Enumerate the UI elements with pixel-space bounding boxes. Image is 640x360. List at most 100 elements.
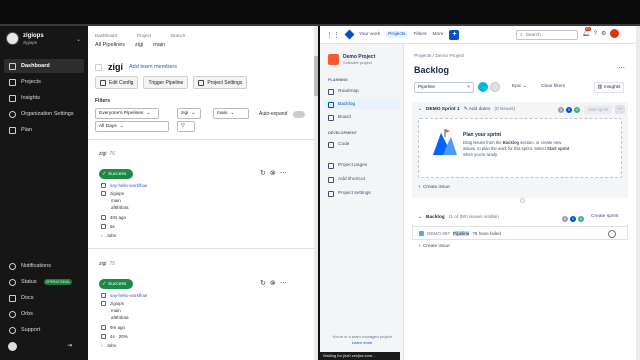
chevron-down-icon: ⌄ [119,124,124,129]
unassigned-avatar[interactable] [608,230,616,238]
button-label: Project Settings [207,79,243,86]
breadcrumb-branch[interactable]: main [153,42,165,48]
points-in-progress: 0 [566,107,572,113]
sidebar-item-projects[interactable]: Projects [4,75,84,89]
insights-button[interactable]: ▥ Insights [594,82,624,93]
add-dates-link[interactable]: ✎ Add dates [464,107,491,112]
breadcrumb-project[interactable]: zigi [135,42,143,48]
project-filter-select[interactable]: zigi ⌄ [177,108,201,119]
pencil-icon: ✎ [463,107,468,112]
avatar[interactable] [610,29,620,38]
collapse-sidebar-icon[interactable]: ⇥ [67,342,72,351]
chevron-down-icon[interactable]: ⌄ [418,215,422,220]
more-icon[interactable]: ⋯ [280,169,287,177]
cancel-icon[interactable]: ⊗ [270,169,276,177]
issue-key[interactable]: DEMO-387 [427,231,450,236]
create-issue-button[interactable]: + Create issue [418,244,450,249]
search-input[interactable]: Pipeline × [414,82,474,93]
orbs-icon [9,310,16,318]
create-sprint-button[interactable]: Create sprint [591,214,618,219]
chevron-down-icon[interactable]: ⌄ [76,36,81,43]
pages-icon [328,162,334,169]
gear-icon[interactable]: ⚙ [601,30,606,37]
branch-filter-select[interactable]: main ⌄ [213,108,249,119]
right-scrollbar[interactable] [636,26,640,360]
sidebar-item-status[interactable]: Status OPERATIONAL [4,275,84,289]
sidebar-item-code[interactable]: Code [324,139,400,150]
chevron-right-icon[interactable]: › [101,343,103,348]
sidebar-item-backlog[interactable]: Backlog [324,99,400,110]
sidebar-item-notifications[interactable]: Notifications [4,259,84,273]
sidebar-item-project-settings[interactable]: Project settings [324,188,400,199]
run-commit[interactable]: af6f4b4a [111,205,129,210]
sidebar-item-orbs[interactable]: Orbs [4,307,84,321]
sidebar-item-plan[interactable]: Plan [4,123,84,137]
sidebar-item-label: Board [338,115,351,120]
nav-your-work[interactable]: Your work [359,32,380,37]
nav-more[interactable]: More [433,32,444,37]
create-button[interactable]: + [449,29,460,40]
filters-label: Filters [95,98,111,104]
pipelines-filter-select[interactable]: Everyone's Pipelines ⌄ [95,108,159,119]
workflow-link[interactable]: say-hello-workflow [110,183,147,188]
rerun-icon[interactable]: ↻ [260,279,266,287]
run-commit[interactable]: af6f4b4a [111,315,129,320]
sidebar-item-insights[interactable]: Insights [4,91,84,105]
auto-expand-toggle[interactable] [293,111,305,118]
date-filter-select[interactable]: All Days ⌄ [95,121,169,132]
sidebar-item-project-pages[interactable]: Project pages [324,160,400,171]
sidebar-item-roadmap[interactable]: Roadmap [324,86,400,97]
nav-filters[interactable]: Filters [413,32,426,37]
sidebar-item-docs[interactable]: Docs [4,291,84,305]
sidebar-item-dashboard[interactable]: Dashboard [4,59,84,73]
sidebar-item-board[interactable]: Board [324,112,400,123]
more-icon[interactable]: ⋯ [280,279,287,287]
nav-projects[interactable]: Projects [386,31,408,38]
chevron-right-icon[interactable]: › [101,233,103,238]
add-team-members-link[interactable]: Add team members [129,64,177,70]
learn-more-link[interactable]: Learn more [332,340,392,346]
sidebar-item-add-shortcut[interactable]: Add shortcut [324,174,400,185]
cancel-icon[interactable]: ⊗ [270,279,276,287]
app-switcher-icon[interactable]: ⋮⋮ [326,31,340,39]
trigger-pipeline-button[interactable]: Trigger Pipeline [143,76,189,89]
avatar[interactable] [478,82,488,92]
close-icon[interactable]: × [467,85,470,90]
insights-icon [9,94,16,102]
breadcrumb[interactable]: Projects / Demo Project [414,54,464,59]
workflow-link[interactable]: say-hello-workflow [110,293,147,298]
status-badge[interactable]: ✓ Success [99,169,133,179]
breadcrumb-all-pipelines[interactable]: All Pipelines [95,42,125,48]
jira-logo-icon[interactable] [344,29,355,40]
create-issue-button[interactable]: + Create issue [418,185,450,190]
jobs-toggle[interactable]: Jobs [107,233,117,238]
org-switcher[interactable]: zigiops zigiops [6,32,44,45]
user-icon [101,301,106,306]
epic-filter[interactable]: Epic ⌄ [512,84,527,89]
breadcrumb-label: Project [137,33,152,38]
filter-icon: ▽ [181,124,185,129]
search-input[interactable]: ⌕ Search [516,30,578,40]
status-badge[interactable]: ✓ Success [99,279,133,289]
project-settings-button[interactable]: Project Settings [193,76,248,89]
chevron-down-icon[interactable]: ⌄ [418,107,422,112]
user-avatar[interactable] [8,342,17,351]
filter-funnel-button[interactable]: ▽ [177,121,195,132]
rerun-icon[interactable]: ↻ [260,169,266,177]
edit-config-button[interactable]: Edit Config [95,76,139,89]
sidebar-item-organization-settings[interactable]: Organization Settings [4,107,84,121]
more-icon[interactable]: ⋯ [618,64,625,72]
backlog-header[interactable]: ⌄ Backlog (1 of 380 issues visible) [418,215,499,220]
start-sprint-button[interactable]: Start sprint [584,105,612,114]
sprint-more-button[interactable]: ⋯ [615,105,625,114]
jobs-toggle[interactable]: Jobs [107,343,117,348]
help-icon[interactable]: ? [594,31,597,37]
scrollbar-thumb[interactable] [314,56,318,96]
clear-filters-button[interactable]: Clear filters [541,84,565,89]
sidebar-item-support[interactable]: Support [4,323,84,337]
list-item[interactable]: DEMO-387 Pipeline 76 have failed [412,226,628,240]
left-scrollbar[interactable] [314,26,318,360]
sprint-header[interactable]: ⌄ DEMO Sprint 1 ✎ Add dates (0 issues) [418,107,515,112]
avatar[interactable] [490,82,500,92]
bell-icon[interactable]: 🔔︎ 9+ [582,27,591,37]
